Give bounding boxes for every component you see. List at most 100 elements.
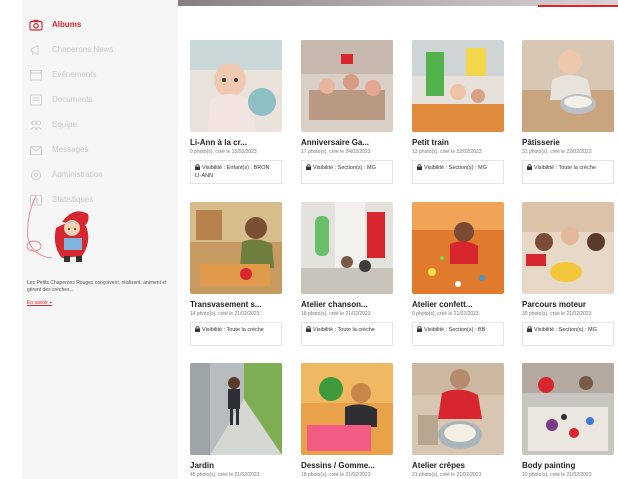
top-banner [112,0,618,7]
sidebar-item-label: Messages [52,145,89,154]
album-meta: 9 photo(s), créé le 15/03/2023 [190,149,257,155]
album-visibility: Visibilité : Section(s) : MG [412,160,504,184]
album-thumbnail[interactable] [522,40,614,132]
sidebar-item-equipe[interactable]: Equipe [22,112,178,137]
album-card[interactable]: Jardin 45 photo(s), créé le 21/02/2023 [190,363,282,478]
team-icon [28,117,44,133]
album-meta: 17 photo(s), créé le 24/02/2023 [301,149,371,155]
learn-more-link[interactable]: En savoir + [27,300,52,306]
album-card[interactable]: Petit train 13 photo(s), créé le 22/02/2… [412,40,504,184]
album-title[interactable]: Pâtisserie [522,138,614,147]
album-thumbnail[interactable] [190,202,282,294]
gear-icon [28,167,44,183]
album-card[interactable]: Dessins / Gomme... 18 photo(s), créé le … [301,363,393,478]
album-meta: 9 photo(s), créé le 21/02/2023 [412,311,479,317]
sidebar-item-label: Evénements [52,70,97,79]
album-visibility: Visibilité : Toute la crèche [522,160,614,184]
album-thumbnail[interactable] [190,40,282,132]
sidebar-item-label: Equipe [52,120,77,129]
visibility-label: Visibilité : Section(s) : MG [313,165,376,171]
album-title[interactable]: Li-Ann à la cr... [190,138,282,147]
lock-icon [417,164,422,170]
album-visibility: Visibilité : Toute la crèche [301,322,393,346]
document-icon [28,92,44,108]
album-meta: 13 photo(s), créé le 22/02/2023 [412,149,482,155]
album-thumbnail[interactable] [301,202,393,294]
album-card[interactable]: Parcours moteur 30 photo(s), créé le 21/… [522,202,614,346]
sidebar-nav: Albums Chaperons News Evénements Documen… [22,12,178,212]
album-title[interactable]: Parcours moteur [522,300,614,309]
album-visibility: Visibilité : Section(s) : BB [412,322,504,346]
album-card[interactable]: Anniversaire Ga... 17 photo(s), créé le … [301,40,393,184]
megaphone-icon [28,42,44,58]
mascot-illustration [22,195,102,268]
album-card[interactable]: Body painting 10 photo(s), créé le 21/02… [522,363,614,478]
lock-icon [306,326,311,332]
sidebar-item-label: Administration [52,170,103,179]
album-thumbnail[interactable] [301,363,393,455]
sidebar-item-label: Documents [52,95,93,104]
album-card[interactable]: Li-Ann à la cr... 9 photo(s), créé le 15… [190,40,282,184]
camera-icon [28,17,44,33]
album-thumbnail[interactable] [522,202,614,294]
sidebar-item-evenements[interactable]: Evénements [22,62,178,87]
calendar-icon [28,67,44,83]
album-title[interactable]: Jardin [190,461,282,470]
album-card[interactable]: Atelier confett... 9 photo(s), créé le 2… [412,202,504,346]
sidebar-item-label: Albums [52,20,82,29]
album-visibility: Visibilité : Section(s) : MG [522,322,614,346]
album-title[interactable]: Petit train [412,138,504,147]
lock-icon [195,326,200,332]
visibility-label: Visibilité : Toute la crèche [313,327,375,333]
album-meta: 18 photo(s), créé le 21/02/2023 [301,472,371,478]
album-title[interactable]: Dessins / Gomme... [301,461,393,470]
album-title[interactable]: Transvasement s... [190,300,282,309]
album-thumbnail[interactable] [522,363,614,455]
lock-icon [306,164,311,170]
sidebar-item-label: Chaperons News [52,45,114,54]
album-meta: 45 photo(s), créé le 21/02/2023 [190,472,260,478]
album-meta: 14 photo(s), créé le 21/02/2023 [190,311,260,317]
lock-icon [527,326,532,332]
album-meta: 18 photo(s), créé le 21/02/2023 [301,311,371,317]
album-meta: 30 photo(s), créé le 21/02/2023 [522,311,592,317]
visibility-label: Visibilité : Toute la crèche [202,327,264,333]
sidebar-item-chaperons-news[interactable]: Chaperons News [22,37,178,62]
album-card[interactable]: Atelier chanson... 18 photo(s), créé le … [301,202,393,346]
visibility-label: Visibilité : Section(s) : MG [534,327,597,333]
lock-icon [527,164,532,170]
sidebar-item-albums[interactable]: Albums [22,12,178,37]
album-meta: 31 photo(s), créé le 22/02/2023 [522,149,592,155]
album-thumbnail[interactable] [301,40,393,132]
envelope-icon [28,142,44,158]
album-visibility: Visibilité : Section(s) : MG [301,160,393,184]
album-title[interactable]: Atelier crêpes [412,461,504,470]
album-meta: 21 photo(s), créé le 21/02/2023 [412,472,482,478]
about-text: Les Petits Chaperons Rouges conçoivent, … [27,280,167,293]
lock-icon [417,326,422,332]
album-thumbnail[interactable] [412,202,504,294]
album-card[interactable]: Transvasement s... 14 photo(s), créé le … [190,202,282,346]
album-meta: 10 photo(s), créé le 21/02/2023 [522,472,592,478]
album-visibility: Visibilité : Enfant(s) : BRON LI-ANN [190,160,282,184]
visibility-label: Visibilité : Toute la crèche [534,165,596,171]
album-thumbnail[interactable] [190,363,282,455]
sidebar: Albums Chaperons News Evénements Documen… [22,0,178,479]
visibility-label: Visibilité : Section(s) : BB [424,327,486,333]
album-title[interactable]: Anniversaire Ga... [301,138,393,147]
album-card[interactable]: Atelier crêpes 21 photo(s), créé le 21/0… [412,363,504,478]
album-thumbnail[interactable] [412,40,504,132]
visibility-label: Visibilité : Section(s) : MG [424,165,487,171]
album-visibility: Visibilité : Toute la crèche [190,322,282,346]
sidebar-item-messages[interactable]: Messages [22,137,178,162]
album-card[interactable]: Pâtisserie 31 photo(s), créé le 22/02/20… [522,40,614,184]
album-thumbnail[interactable] [412,363,504,455]
album-title[interactable]: Atelier confett... [412,300,504,309]
sidebar-item-documents[interactable]: Documents [22,87,178,112]
visibility-label: Visibilité : Enfant(s) : BRON LI-ANN [195,165,270,179]
album-title[interactable]: Atelier chanson... [301,300,393,309]
album-title[interactable]: Body painting [522,461,614,470]
lock-icon [195,164,200,170]
accent-line [538,5,618,7]
sidebar-item-administration[interactable]: Administration [22,162,178,187]
